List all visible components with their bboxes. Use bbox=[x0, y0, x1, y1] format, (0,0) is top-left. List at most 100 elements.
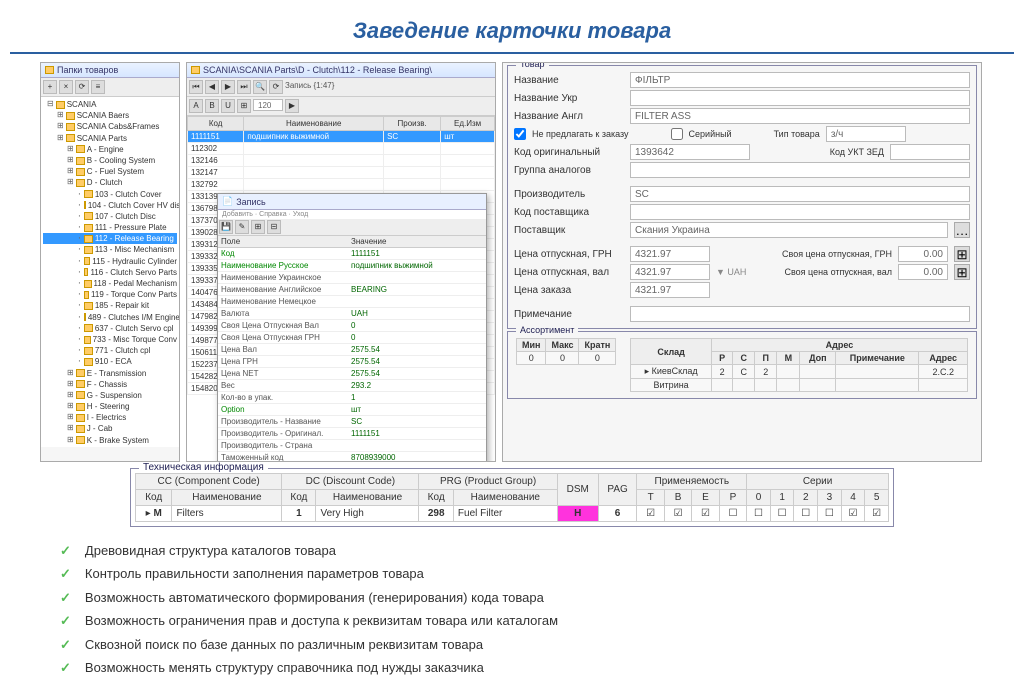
assort-row[interactable]: ▸ КиевСклад2C22.C.2 bbox=[631, 365, 968, 379]
name-ukr-input[interactable] bbox=[630, 90, 970, 106]
nav-prev-icon[interactable]: ◀ bbox=[205, 80, 219, 94]
toolbar-btn[interactable]: 💾 bbox=[219, 220, 233, 234]
tree-node[interactable]: ⊞ SCANIA Baers bbox=[43, 110, 177, 121]
code-orig-input[interactable] bbox=[630, 144, 750, 160]
supplier-pick-button[interactable]: … bbox=[954, 222, 970, 238]
col-header[interactable]: Код bbox=[188, 117, 244, 131]
order-price-input[interactable] bbox=[630, 282, 710, 298]
kv-value[interactable]: 2575.54 bbox=[348, 356, 486, 367]
toolbar-btn[interactable]: + bbox=[43, 80, 57, 94]
own-price-val-input[interactable] bbox=[898, 264, 948, 280]
kv-value[interactable]: 8708939000 bbox=[348, 452, 486, 462]
minmax-grid[interactable]: МинМаксКратн000 bbox=[516, 338, 616, 365]
nav-next-icon[interactable]: ▶ bbox=[221, 80, 235, 94]
toolbar-btn[interactable]: B bbox=[205, 99, 219, 113]
own-price-uah-input[interactable] bbox=[898, 246, 948, 262]
toolbar-btn[interactable]: × bbox=[59, 80, 73, 94]
note-input[interactable] bbox=[630, 306, 970, 322]
warehouse-grid[interactable]: СкладАдресРСПМДопПримечаниеАдрес▸ КиевСк… bbox=[630, 338, 968, 392]
tree-node[interactable]: · 113 - Misc Mechanism bbox=[43, 244, 177, 255]
supplier-input[interactable] bbox=[630, 222, 948, 238]
tree-node[interactable]: · 637 - Clutch Servo cpl bbox=[43, 323, 177, 334]
kv-value[interactable]: 0 bbox=[348, 332, 486, 343]
grid-row[interactable]: 112302 bbox=[188, 143, 495, 155]
analog-group-input[interactable] bbox=[630, 162, 970, 178]
catalog-tree[interactable]: ⊟ SCANIA⊞ SCANIA Baers⊞ SCANIA Cabs&Fram… bbox=[41, 97, 179, 447]
toolbar-btn[interactable]: ▶ bbox=[285, 99, 299, 113]
grid-row[interactable]: 132792 bbox=[188, 179, 495, 191]
col-header[interactable]: Произв. bbox=[384, 117, 441, 131]
kv-value[interactable]: 2575.54 bbox=[348, 344, 486, 355]
kv-value[interactable] bbox=[348, 272, 486, 283]
toolbar-btn[interactable]: ⟳ bbox=[75, 80, 89, 94]
tree-node[interactable]: · 910 - ECA bbox=[43, 356, 177, 367]
assort-row[interactable]: Витрина bbox=[631, 379, 968, 392]
nav-first-icon[interactable]: ⏮ bbox=[189, 80, 203, 94]
tree-node[interactable]: · 111 - Pressure Plate bbox=[43, 222, 177, 233]
tree-node[interactable]: · 489 - Clutches I/M Engine bbox=[43, 312, 177, 323]
price-uah-input[interactable] bbox=[630, 246, 710, 262]
tree-node[interactable]: ⊞ I - Electrics bbox=[43, 412, 177, 423]
col-header[interactable]: Наименование bbox=[244, 117, 384, 131]
tree-node[interactable]: · 116 - Clutch Servo Parts bbox=[43, 267, 177, 278]
toolbar-btn[interactable]: ⊞ bbox=[237, 99, 251, 113]
name-en-input[interactable] bbox=[630, 108, 970, 124]
toolbar-btn[interactable]: A bbox=[189, 99, 203, 113]
tree-node[interactable]: · 119 - Torque Conv Parts bbox=[43, 289, 177, 300]
tree-node[interactable]: ⊞ E - Transmission bbox=[43, 368, 177, 379]
kv-value[interactable] bbox=[348, 296, 486, 307]
no-offer-checkbox[interactable] bbox=[514, 128, 526, 140]
tree-node[interactable]: ⊞ H - Steering bbox=[43, 401, 177, 412]
price-val-input[interactable] bbox=[630, 264, 710, 280]
tree-node[interactable]: ⊞ D - Clutch bbox=[43, 177, 177, 188]
kv-value[interactable]: 1 bbox=[348, 392, 486, 403]
tech-info-grid[interactable]: CC (Component Code)DC (Discount Code)PRG… bbox=[135, 473, 889, 522]
nav-last-icon[interactable]: ⏭ bbox=[237, 80, 251, 94]
type-select[interactable] bbox=[826, 126, 906, 142]
kv-value[interactable]: 1111151 bbox=[348, 428, 486, 439]
tree-node[interactable]: ⊞ SCANIA Parts bbox=[43, 133, 177, 144]
tree-node[interactable]: ⊞ G - Suspension bbox=[43, 390, 177, 401]
toolbar-btn[interactable]: ⊞ bbox=[251, 220, 265, 234]
tree-node[interactable]: ⊞ L - Fasteners & Gaskets bbox=[43, 446, 177, 447]
tree-node[interactable]: · 107 - Clutch Disc bbox=[43, 211, 177, 222]
tree-node[interactable]: ⊞ B - Cooling System bbox=[43, 155, 177, 166]
kv-value[interactable]: 293.2 bbox=[348, 380, 486, 391]
kv-value[interactable]: 0 bbox=[348, 320, 486, 331]
tree-node[interactable]: · 733 - Misc Torque Conv bbox=[43, 334, 177, 345]
kv-value[interactable]: 1111151 bbox=[348, 248, 486, 259]
uktzd-input[interactable] bbox=[890, 144, 970, 160]
refresh-icon[interactable]: ⟳ bbox=[269, 80, 283, 94]
price-btn[interactable]: ⊞ bbox=[954, 246, 970, 262]
kv-value[interactable]: UAH bbox=[348, 308, 486, 319]
supplier-code-input[interactable] bbox=[630, 204, 970, 220]
col-header[interactable]: Ед.Изм bbox=[441, 117, 495, 131]
tree-node[interactable]: ⊞ A - Engine bbox=[43, 144, 177, 155]
grid-row[interactable]: 132147 bbox=[188, 167, 495, 179]
kv-value[interactable]: подшипник выжимной bbox=[348, 260, 486, 271]
detail-tabs[interactable]: Добавить · Справка · Уход bbox=[218, 210, 486, 219]
toolbar-btn[interactable]: ≡ bbox=[91, 80, 105, 94]
page-size-input[interactable] bbox=[253, 99, 283, 111]
tree-node[interactable]: ⊞ J - Cab bbox=[43, 423, 177, 434]
toolbar-btn[interactable]: ⊟ bbox=[267, 220, 281, 234]
kv-value[interactable] bbox=[348, 440, 486, 451]
tree-node[interactable]: · 115 - Hydraulic Cylinder bbox=[43, 256, 177, 267]
kv-value[interactable]: SC bbox=[348, 416, 486, 427]
tree-node[interactable]: · 112 - Release Bearing bbox=[43, 233, 177, 244]
toolbar-btn[interactable]: ✎ bbox=[235, 220, 249, 234]
tree-node[interactable]: ⊞ F - Chassis bbox=[43, 379, 177, 390]
search-icon[interactable]: 🔍 bbox=[253, 80, 267, 94]
tree-node[interactable]: · 771 - Clutch cpl bbox=[43, 345, 177, 356]
tree-node[interactable]: ⊞ K - Brake System bbox=[43, 435, 177, 446]
kv-value[interactable]: BEARING bbox=[348, 284, 486, 295]
tree-node[interactable]: · 104 - Clutch Cover HV disk bbox=[43, 200, 177, 211]
kv-value[interactable]: 2575.54 bbox=[348, 368, 486, 379]
name-input[interactable] bbox=[630, 72, 970, 88]
tree-node[interactable]: · 185 - Repair kit bbox=[43, 300, 177, 311]
tree-node[interactable]: ⊞ C - Fuel System bbox=[43, 166, 177, 177]
tree-node[interactable]: ⊞ SCANIA Cabs&Frames bbox=[43, 121, 177, 132]
producer-input[interactable] bbox=[630, 186, 970, 202]
tree-node[interactable]: · 103 - Clutch Cover bbox=[43, 189, 177, 200]
toolbar-btn[interactable]: U bbox=[221, 99, 235, 113]
